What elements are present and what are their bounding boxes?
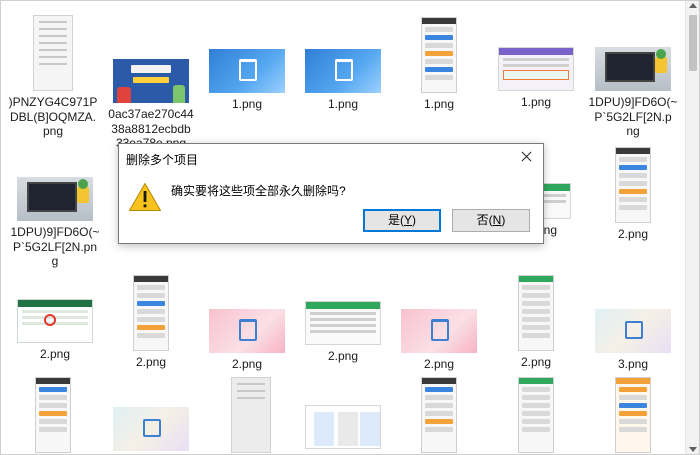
file-thumbnail xyxy=(518,275,554,351)
yes-button-accel-key: Y xyxy=(403,213,412,227)
file-item[interactable]: 1DPU)9]FD6O(~ P`5G2LF[2N.p ng xyxy=(587,47,679,139)
file-name: 1.png xyxy=(423,97,455,111)
file-explorer-window: )PNZYG4C971P DBL(B]OQMZA. png 0ac37ae270… xyxy=(0,0,700,455)
file-item[interactable]: 0ac37ae270c44 38a8812ecbdb 33ea78e.png xyxy=(105,59,197,151)
file-thumbnail xyxy=(113,59,189,103)
delete-confirm-dialog: 删除多个项目 确实要将这些项全部永久删除吗? 是(Y) 否(N) xyxy=(118,143,544,244)
scroll-down-arrow-icon[interactable] xyxy=(689,447,697,452)
file-name: 2.png xyxy=(135,355,167,369)
dialog-message: 确实要将这些项全部永久删除吗? xyxy=(171,184,346,198)
file-item[interactable] xyxy=(297,405,389,449)
file-name: 3.png xyxy=(617,357,649,371)
file-name: 1.png xyxy=(327,97,359,111)
warning-icon xyxy=(129,183,161,211)
file-item[interactable]: 1.png xyxy=(297,49,389,112)
file-thumbnail xyxy=(35,377,71,453)
dialog-title: 删除多个项目 xyxy=(126,153,199,167)
file-name: 1.png xyxy=(520,95,552,109)
file-item[interactable]: 3.png xyxy=(587,309,679,372)
file-thumbnail xyxy=(305,301,381,345)
file-name: 1.png xyxy=(231,97,263,111)
file-thumbnail xyxy=(305,405,381,449)
file-thumbnail xyxy=(421,17,457,93)
file-thumbnail xyxy=(401,309,477,353)
file-name: )PNZYG4C971P DBL(B]OQMZA. png xyxy=(8,95,98,138)
dialog-body: 确实要将这些项全部永久删除吗? 是(Y) 否(N) xyxy=(119,172,543,243)
file-item[interactable]: 1.png xyxy=(393,17,485,112)
file-name: 2.png xyxy=(617,227,649,241)
file-item[interactable]: 1.png xyxy=(201,49,293,112)
file-thumbnail xyxy=(113,407,189,451)
file-name: 2.png xyxy=(327,349,359,363)
file-item[interactable]: 2.png xyxy=(201,309,293,372)
file-name: 2.png xyxy=(423,357,455,371)
file-name: 2.png xyxy=(231,357,263,371)
file-thumbnail xyxy=(305,49,381,93)
file-item[interactable]: 2.png xyxy=(490,275,582,370)
file-name: 2.png xyxy=(520,355,552,369)
file-thumbnail xyxy=(33,15,73,91)
yes-button[interactable]: 是(Y) xyxy=(363,209,441,232)
file-thumbnail xyxy=(421,377,457,453)
scroll-up-arrow-icon[interactable] xyxy=(689,3,697,8)
file-item[interactable]: 2.png xyxy=(297,301,389,364)
file-item[interactable]: )PNZYG4C971P DBL(B]OQMZA. png xyxy=(7,15,99,139)
file-thumbnail xyxy=(133,275,169,351)
no-button-label: 否( xyxy=(476,213,493,227)
vertical-scrollbar[interactable] xyxy=(685,1,699,454)
no-button[interactable]: 否(N) xyxy=(452,209,530,232)
file-thumbnail xyxy=(231,377,271,453)
file-thumbnail xyxy=(17,299,93,343)
file-item[interactable]: 2.png xyxy=(393,309,485,372)
file-item[interactable] xyxy=(490,377,582,453)
file-item[interactable] xyxy=(587,377,679,453)
file-item[interactable] xyxy=(205,377,297,453)
file-thumbnail xyxy=(615,147,651,223)
file-item[interactable] xyxy=(7,377,99,453)
file-name: 1DPU)9]FD6O(~ P`5G2LF[2N.p ng xyxy=(588,95,678,138)
close-icon[interactable] xyxy=(517,148,537,166)
file-item[interactable]: 2.png xyxy=(105,275,197,370)
file-name: 1DPU)9]FD6O(~ P`5G2LF[2N.pn g xyxy=(10,225,100,268)
dialog-title-bar[interactable]: 删除多个项目 xyxy=(119,144,543,172)
file-thumbnail xyxy=(615,377,651,453)
file-thumbnail xyxy=(518,377,554,453)
file-thumbnail xyxy=(17,177,93,221)
file-thumbnail xyxy=(595,309,671,353)
file-thumbnail xyxy=(209,309,285,353)
file-name: 2.png xyxy=(39,347,71,361)
file-item[interactable]: 2.png xyxy=(9,299,101,362)
scrollbar-thumb[interactable] xyxy=(689,15,697,71)
file-item[interactable]: 1.png xyxy=(490,47,582,110)
file-item[interactable]: 1DPU)9]FD6O(~ P`5G2LF[2N.pn g xyxy=(9,177,101,269)
file-thumbnail xyxy=(209,49,285,93)
file-thumbnail xyxy=(595,47,671,91)
yes-button-label: 是( xyxy=(387,213,404,227)
no-button-label-end: ) xyxy=(501,213,506,227)
file-thumbnail xyxy=(498,47,574,91)
file-item[interactable] xyxy=(393,377,485,453)
file-item[interactable] xyxy=(105,407,197,451)
file-item[interactable]: 2.png xyxy=(587,147,679,242)
yes-button-label-end: ) xyxy=(412,213,416,227)
